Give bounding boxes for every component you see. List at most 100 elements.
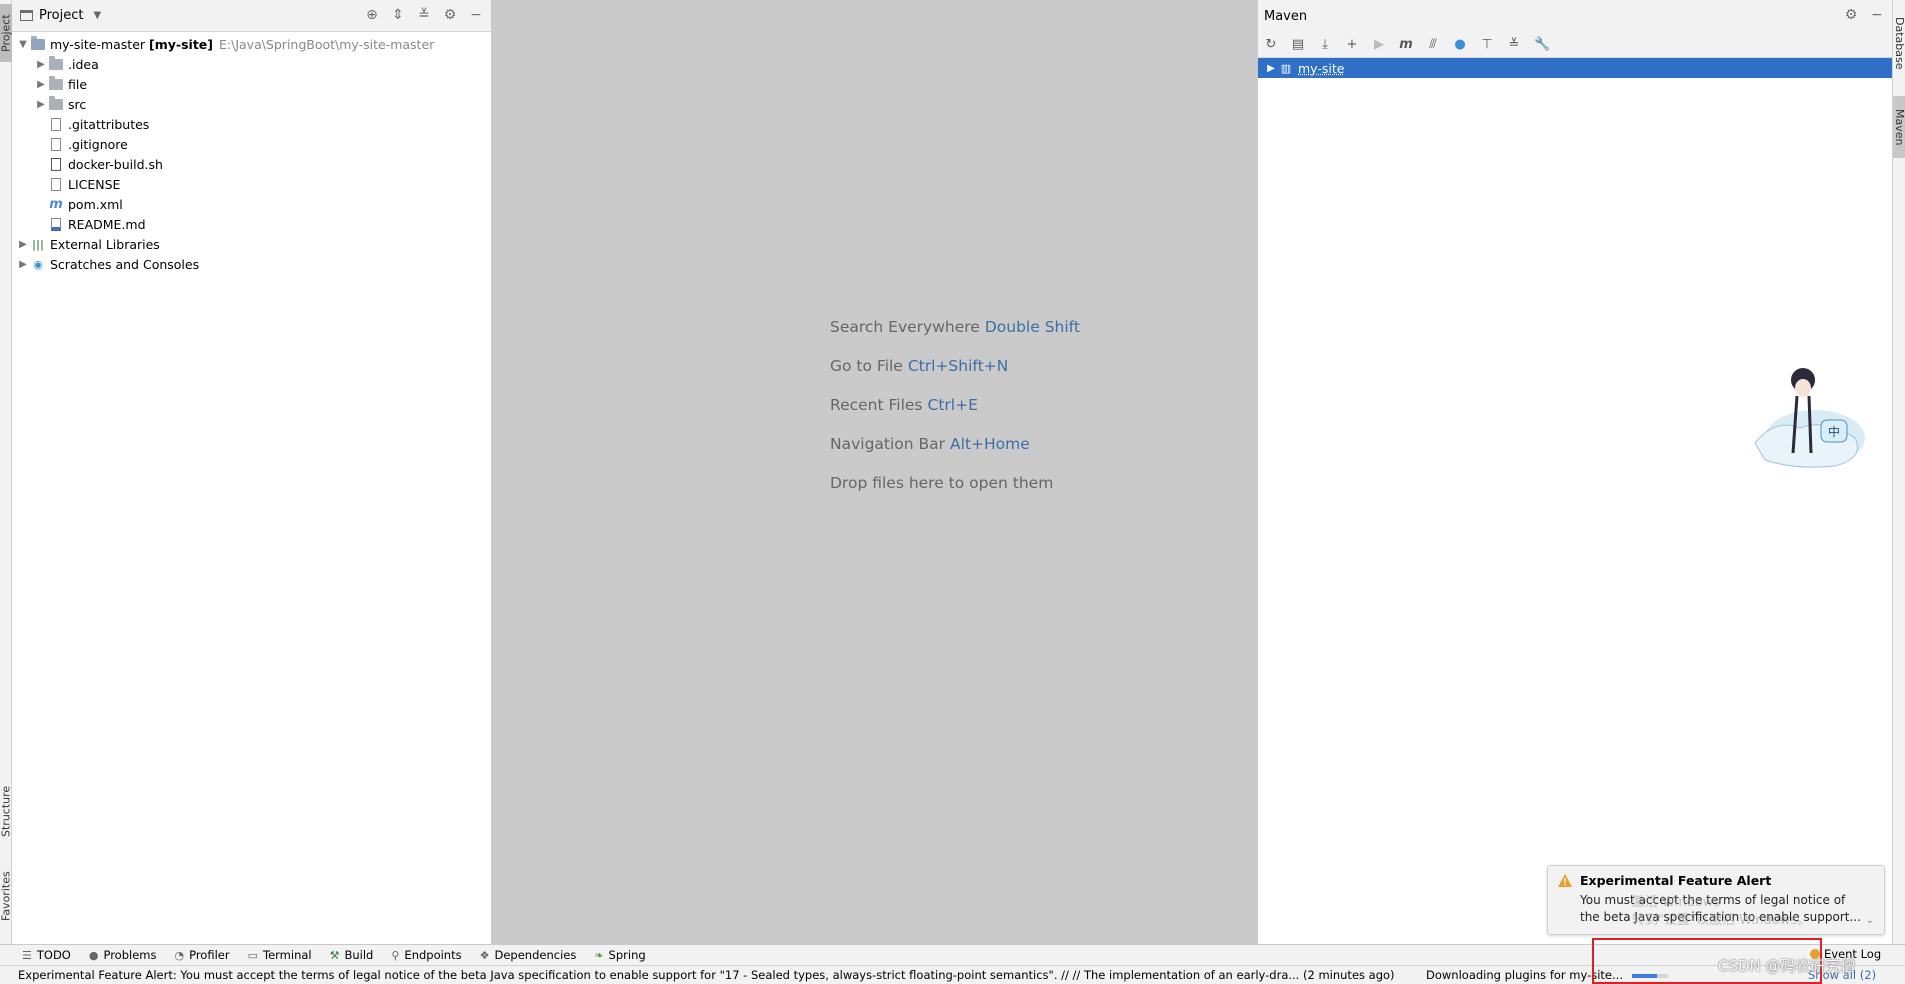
tree-item-license[interactable]: LICENSE [12,174,491,194]
module-folder-icon [30,35,46,51]
tree-item-idea[interactable]: ▶ .idea [12,54,491,74]
tree-item-gitignore[interactable]: .gitignore [12,134,491,154]
favorites-tool-tab[interactable]: Favorites [0,860,13,932]
add-icon[interactable]: + [1345,37,1359,52]
show-dependencies-icon[interactable]: ⊤ [1480,37,1494,52]
chevron-right-icon[interactable]: ▶ [16,259,30,270]
project-tree: ▼ my-site-master [my-site] E:\Java\Sprin… [12,32,491,274]
skip-tests-icon[interactable]: ● [1453,37,1467,52]
maven-project-row[interactable]: ▶ ▥ my-site [1258,58,1892,78]
hint-navigation-bar: Navigation Bar Alt+Home [830,435,1030,453]
chevron-right-icon[interactable]: ▶ [34,99,48,110]
toggle-offline-icon[interactable]: ⫻ [1426,37,1440,52]
tree-item-label: .gitignore [68,136,128,152]
project-tool-tab[interactable]: Project [0,4,13,62]
wrench-icon[interactable]: 🔧 [1534,37,1550,52]
left-tool-stripe: Project Structure Favorites [0,0,13,944]
tree-item-label: pom.xml [68,196,123,212]
profiler-icon: ◔ [174,948,185,962]
tool-tab-todo[interactable]: ☰ TODO [22,948,71,962]
terminal-icon: ▭ [247,948,258,962]
editor-hints: Search Everywhere Double Shift Go to File… [830,318,1080,513]
tree-item-label: External Libraries [50,236,160,252]
tree-item-gitattributes[interactable]: .gitattributes [12,114,491,134]
database-tool-tab[interactable]: Database [1893,6,1905,80]
notification-title: Experimental Feature Alert [1580,873,1772,888]
project-view-selector[interactable]: Project ▼ [20,8,101,23]
minimize-icon[interactable]: − [469,7,483,23]
tree-item-docker-build[interactable]: docker-build.sh [12,154,491,174]
tool-tab-build[interactable]: ⚒ Build [330,948,374,962]
tree-item-label: .gitattributes [68,116,150,132]
gear-icon[interactable]: ⚙ [1844,7,1858,23]
tool-tab-spring[interactable]: ❧ Spring [594,948,645,962]
list-icon: ☰ [22,948,32,962]
maven-project-label: my-site [1298,60,1345,76]
tree-item-pom[interactable]: m pom.xml [12,194,491,214]
project-panel-title: Project [39,8,84,23]
tool-tab-dependencies[interactable]: ❖ Dependencies [480,948,577,962]
tree-root[interactable]: ▼ my-site-master [my-site] E:\Java\Sprin… [12,34,491,54]
status-bar: Experimental Feature Alert: You must acc… [0,965,1905,984]
maven-project-icon: ▥ [1280,61,1292,75]
run-icon[interactable]: ▶ [1372,37,1386,52]
maven-tool-tab[interactable]: Maven [1893,96,1905,158]
generate-sources-icon[interactable]: ▤ [1291,37,1305,52]
chevron-right-icon[interactable]: ▶ [34,59,48,70]
download-icon[interactable]: ⤓ [1318,37,1332,52]
gear-icon[interactable]: ⚙ [443,7,457,23]
spring-icon: ❧ [594,948,604,962]
tree-item-src[interactable]: ▶ src [12,94,491,114]
tree-item-label: Scratches and Consoles [50,256,200,272]
execute-goal-icon[interactable]: m [1399,37,1413,52]
folder-icon [48,55,64,71]
background-task-label[interactable]: Downloading plugins for my-site... [1426,968,1623,982]
hint-search-everywhere: Search Everywhere Double Shift [830,318,1080,336]
chevron-down-icon[interactable]: ⌄ [1866,915,1874,926]
project-panel: Project ▼ ⊕ ⇕ ≚ ⚙ − ▼ my-site-master [my… [12,0,492,944]
notification-balloon[interactable]: Experimental Feature Alert You must acce… [1547,865,1885,935]
tree-item-label: docker-build.sh [68,156,163,172]
chevron-right-icon[interactable]: ▶ [16,239,30,250]
tool-tab-terminal[interactable]: ▭ Terminal [248,948,312,962]
maven-panel-title: Maven [1264,8,1308,24]
shell-script-icon [48,157,64,171]
chevron-down-icon[interactable]: ▼ [16,39,30,50]
chevron-down-icon: ▼ [93,10,102,21]
csdn-watermark: CSDN @码农研究僧 [1718,957,1856,975]
hammer-icon: ⚒ [329,948,340,962]
structure-tool-tab[interactable]: Structure [0,776,13,846]
scratches-icon: ◉ [33,257,43,271]
tree-item-label: LICENSE [68,176,121,192]
tool-tab-endpoints[interactable]: ⚲ Endpoints [391,948,461,962]
tree-item-label: README.md [68,216,146,232]
tree-item-scratches[interactable]: ▶ ◉ Scratches and Consoles [12,254,491,274]
ignore-file-icon [48,137,64,151]
collapse-all-icon[interactable]: ≚ [417,7,431,23]
markdown-file-icon [48,217,64,231]
project-panel-icon [20,10,33,21]
tree-item-external-libraries[interactable]: ▶ ||| External Libraries [12,234,491,254]
tool-tab-profiler[interactable]: ◔ Profiler [174,948,229,962]
collapse-all-icon[interactable]: ≚ [1507,37,1521,52]
hint-recent-files: Recent Files Ctrl+E [830,396,978,414]
status-message[interactable]: Experimental Feature Alert: You must acc… [18,968,1395,982]
tool-tab-problems[interactable]: ● Problems [89,948,157,962]
tree-item-file[interactable]: ▶ file [12,74,491,94]
background-task-progress[interactable] [1632,974,1668,978]
reload-icon[interactable]: ↻ [1264,37,1278,52]
folder-icon [48,75,64,91]
editor-empty-area[interactable]: Search Everywhere Double Shift Go to File… [492,0,1257,944]
tree-item-readme[interactable]: README.md [12,214,491,234]
tree-item-label: file [68,76,88,92]
locate-icon[interactable]: ⊕ [365,7,379,23]
tool-window-bar: ☰ TODO ● Problems ◔ Profiler ▭ Terminal ⚒ Bui… [0,944,1905,965]
tree-item-label: src [68,96,87,112]
hint-go-to-file: Go to File Ctrl+Shift+N [830,357,1009,375]
chevron-right-icon[interactable]: ▶ [34,79,48,90]
expand-all-icon[interactable]: ⇕ [391,7,405,23]
chevron-right-icon[interactable]: ▶ [1264,63,1278,74]
warning-icon [1558,874,1572,887]
maven-file-icon: m [49,196,63,212]
minimize-icon[interactable]: − [1870,7,1884,23]
